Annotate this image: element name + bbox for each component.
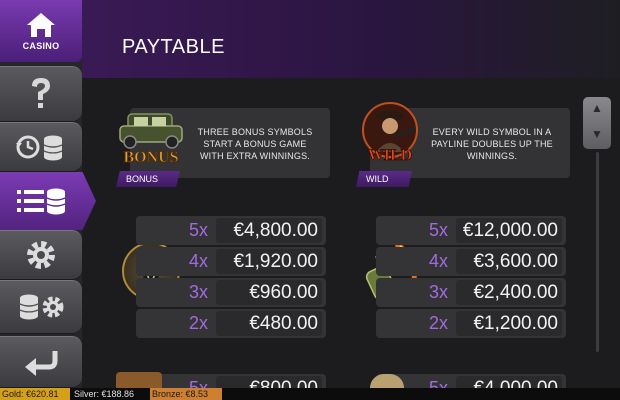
wild-badge: WILD <box>356 171 412 187</box>
bonus-car-icon: BONUS <box>119 113 183 166</box>
payout-value: €960.00 <box>216 280 322 305</box>
back-button[interactable] <box>0 336 82 388</box>
multiplier: 3x <box>188 282 208 302</box>
scroll-down-icon[interactable]: ▼ <box>583 127 611 141</box>
bonus-badge: BONUS <box>116 171 180 187</box>
payout-value: €2,400.00 <box>456 280 562 305</box>
table-row: 3x €960.00 <box>136 278 326 307</box>
payout-value: €480.00 <box>216 311 322 336</box>
settings-button[interactable] <box>0 230 82 280</box>
bonus-description-line: THREE BONUS SYMBOLS <box>197 127 313 137</box>
casino-label: CASINO <box>22 41 60 51</box>
table-row: 4x €3,600.00 <box>376 247 566 276</box>
multiplier: 4x <box>428 251 448 271</box>
payout-value: €1,200.00 <box>456 311 562 336</box>
wild-description-line: EVERY WILD SYMBOL IN A <box>432 127 552 137</box>
wild-gangster-icon: WILD <box>362 102 418 164</box>
multiplier: 5x <box>428 220 448 240</box>
header-bar: PAYTABLE <box>82 0 620 78</box>
scrollbar-track[interactable] <box>596 152 599 352</box>
gear-icon <box>27 241 55 269</box>
table-row: 4x €1,920.00 <box>136 247 326 276</box>
bonus-description: THREE BONUS SYMBOLS START A BONUS GAME W… <box>190 126 320 162</box>
question-icon <box>32 78 50 108</box>
paytable-list-icon <box>17 188 66 215</box>
home-icon <box>27 13 55 37</box>
bronze-balance: Bronze: €8.53 <box>150 388 222 400</box>
scroll-buttons[interactable]: ▲ ▼ <box>583 97 611 149</box>
casino-button[interactable]: CASINO <box>0 0 82 62</box>
multiplier: 3x <box>428 282 448 302</box>
history-button[interactable] <box>0 122 82 172</box>
wild-description: EVERY WILD SYMBOL IN A PAYLINE DOUBLES U… <box>424 126 560 162</box>
bonus-description-line: WITH EXTRA WINNINGS. <box>199 151 310 161</box>
bonus-logo-text: BONUS <box>123 149 178 166</box>
bonus-description-line: START A BONUS GAME <box>203 139 307 149</box>
back-arrow-icon <box>25 351 58 376</box>
multiplier: 5x <box>188 220 208 240</box>
payout-value: €4,800.00 <box>216 218 322 243</box>
table-row: 5x €12,000.00 <box>376 216 566 245</box>
paytable-content: BONUS THREE BONUS SYMBOLS START A BONUS … <box>82 78 582 400</box>
multiplier: 4x <box>188 251 208 271</box>
multiplier: 2x <box>428 313 448 333</box>
silver-balance: Silver: €188.86 <box>74 389 135 399</box>
payout-value: €12,000.00 <box>456 218 562 243</box>
history-coins-icon <box>16 135 63 161</box>
wild-description-line: PAYLINE DOUBLES UP THE <box>431 139 553 149</box>
help-button[interactable] <box>0 66 82 122</box>
table-row: 3x €2,400.00 <box>376 278 566 307</box>
payout-value: €3,600.00 <box>456 249 562 274</box>
coins-gear-icon <box>19 294 64 320</box>
gold-balance: Gold: €620.81 <box>0 388 70 400</box>
balance-footer: Gold: €620.81 Silver: €188.86 Bronze: €8… <box>0 388 620 400</box>
page-title: PAYTABLE <box>122 36 225 58</box>
multiplier: 2x <box>188 313 208 333</box>
payout-value: €1,920.00 <box>216 249 322 274</box>
wild-description-line: WINNINGS. <box>466 151 518 161</box>
table-row: 2x €1,200.00 <box>376 309 566 338</box>
bet-settings-button[interactable] <box>0 280 82 334</box>
scroll-up-icon[interactable]: ▲ <box>583 101 611 115</box>
table-row: 5x €4,800.00 <box>136 216 326 245</box>
table-row: 2x €480.00 <box>136 309 326 338</box>
wild-logo-text: WILD <box>368 147 412 164</box>
